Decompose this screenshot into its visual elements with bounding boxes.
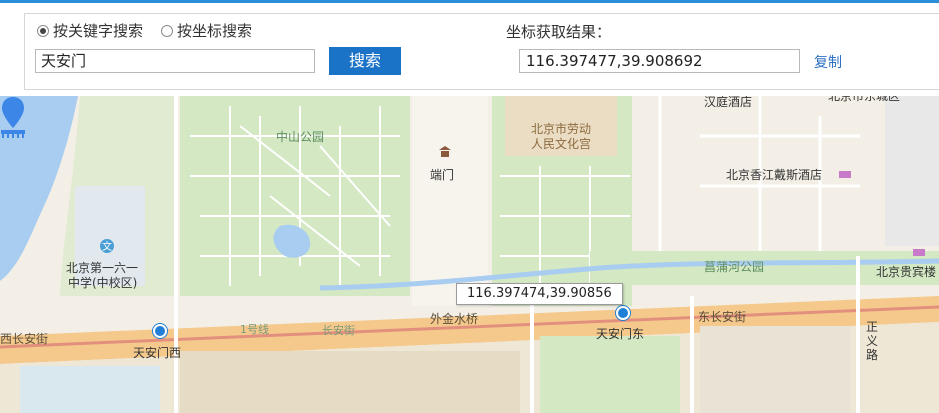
central-axis: [412, 96, 488, 306]
keyword-search-option[interactable]: 按关键字搜索: [37, 20, 143, 41]
label-tam-west: 天安门西: [133, 346, 182, 360]
school-icon: 文: [100, 239, 114, 253]
label-zhengyi-3: 路: [866, 348, 879, 362]
label-changan: 长安街: [322, 324, 355, 337]
keyword-radio-label: 按关键字搜索: [53, 22, 144, 40]
southwest-block: [20, 366, 160, 413]
zhongshan-park: [180, 96, 410, 296]
keyword-radio[interactable]: [37, 24, 49, 37]
label-zhongshan-park: 中山公园: [276, 130, 325, 144]
map-canvas[interactable]: 中山公园 北京市劳动 人民文化宫 端门 汉庭酒店 北京市东城区 北京香江戴斯酒店…: [0, 89, 939, 413]
hotel-icon: [839, 171, 851, 178]
hotel-icon-2: [913, 249, 925, 256]
metro-station-tam-east-icon[interactable]: [616, 306, 630, 320]
location-pin-icon[interactable]: [0, 96, 26, 140]
search-panel: 按关键字搜索 按坐标搜索 天安门 搜索 坐标获取结果： 116.397477,3…: [0, 0, 939, 96]
marker-coordinate-tooltip: 116.397474,39.90856: [456, 283, 623, 305]
coordinate-search-option[interactable]: 按坐标搜索: [161, 20, 252, 41]
label-waijinshui: 外金水桥: [430, 312, 479, 326]
gate-icon: [439, 146, 451, 157]
label-changpu-park: 菖蒲河公园: [704, 260, 765, 274]
south-block-east: [700, 326, 850, 413]
coordinate-radio[interactable]: [161, 24, 174, 37]
label-duanmen: 端门: [430, 168, 455, 182]
result-label: 坐标获取结果：: [506, 23, 612, 41]
label-dongchangan: 东长安街: [698, 310, 747, 324]
search-box: 按关键字搜索 按坐标搜索 天安门 搜索 坐标获取结果： 116.397477,3…: [24, 13, 939, 90]
coordinate-result-field[interactable]: 116.397477,39.908692: [519, 49, 800, 73]
map-graphics: [0, 96, 939, 413]
copy-link[interactable]: 复制: [814, 52, 842, 72]
label-workers-palace-2: 人民文化宫: [531, 137, 592, 151]
metro-station-tam-west-icon[interactable]: [153, 324, 167, 338]
search-mode-group: 按关键字搜索 按坐标搜索: [37, 20, 270, 41]
label-tam-east: 天安门东: [596, 327, 645, 341]
keyword-input[interactable]: 天安门: [35, 49, 315, 73]
east-building: [885, 96, 939, 246]
label-guibin: 北京贵宾楼: [876, 265, 937, 279]
search-button[interactable]: 搜索: [329, 47, 401, 75]
svg-text:文: 文: [102, 240, 112, 253]
coordinate-radio-label: 按坐标搜索: [177, 22, 253, 40]
south-park: [540, 336, 680, 413]
label-school-2: 中学(中校区): [68, 276, 138, 290]
label-line1: 1号线: [240, 323, 269, 336]
label-xichangan: 西长安街: [0, 332, 49, 346]
label-shangri-la: 北京香江戴斯酒店: [726, 168, 823, 182]
south-block-west: [180, 351, 520, 413]
coordinate-picker-page: 按关键字搜索 按坐标搜索 天安门 搜索 坐标获取结果： 116.397477,3…: [0, 0, 939, 413]
